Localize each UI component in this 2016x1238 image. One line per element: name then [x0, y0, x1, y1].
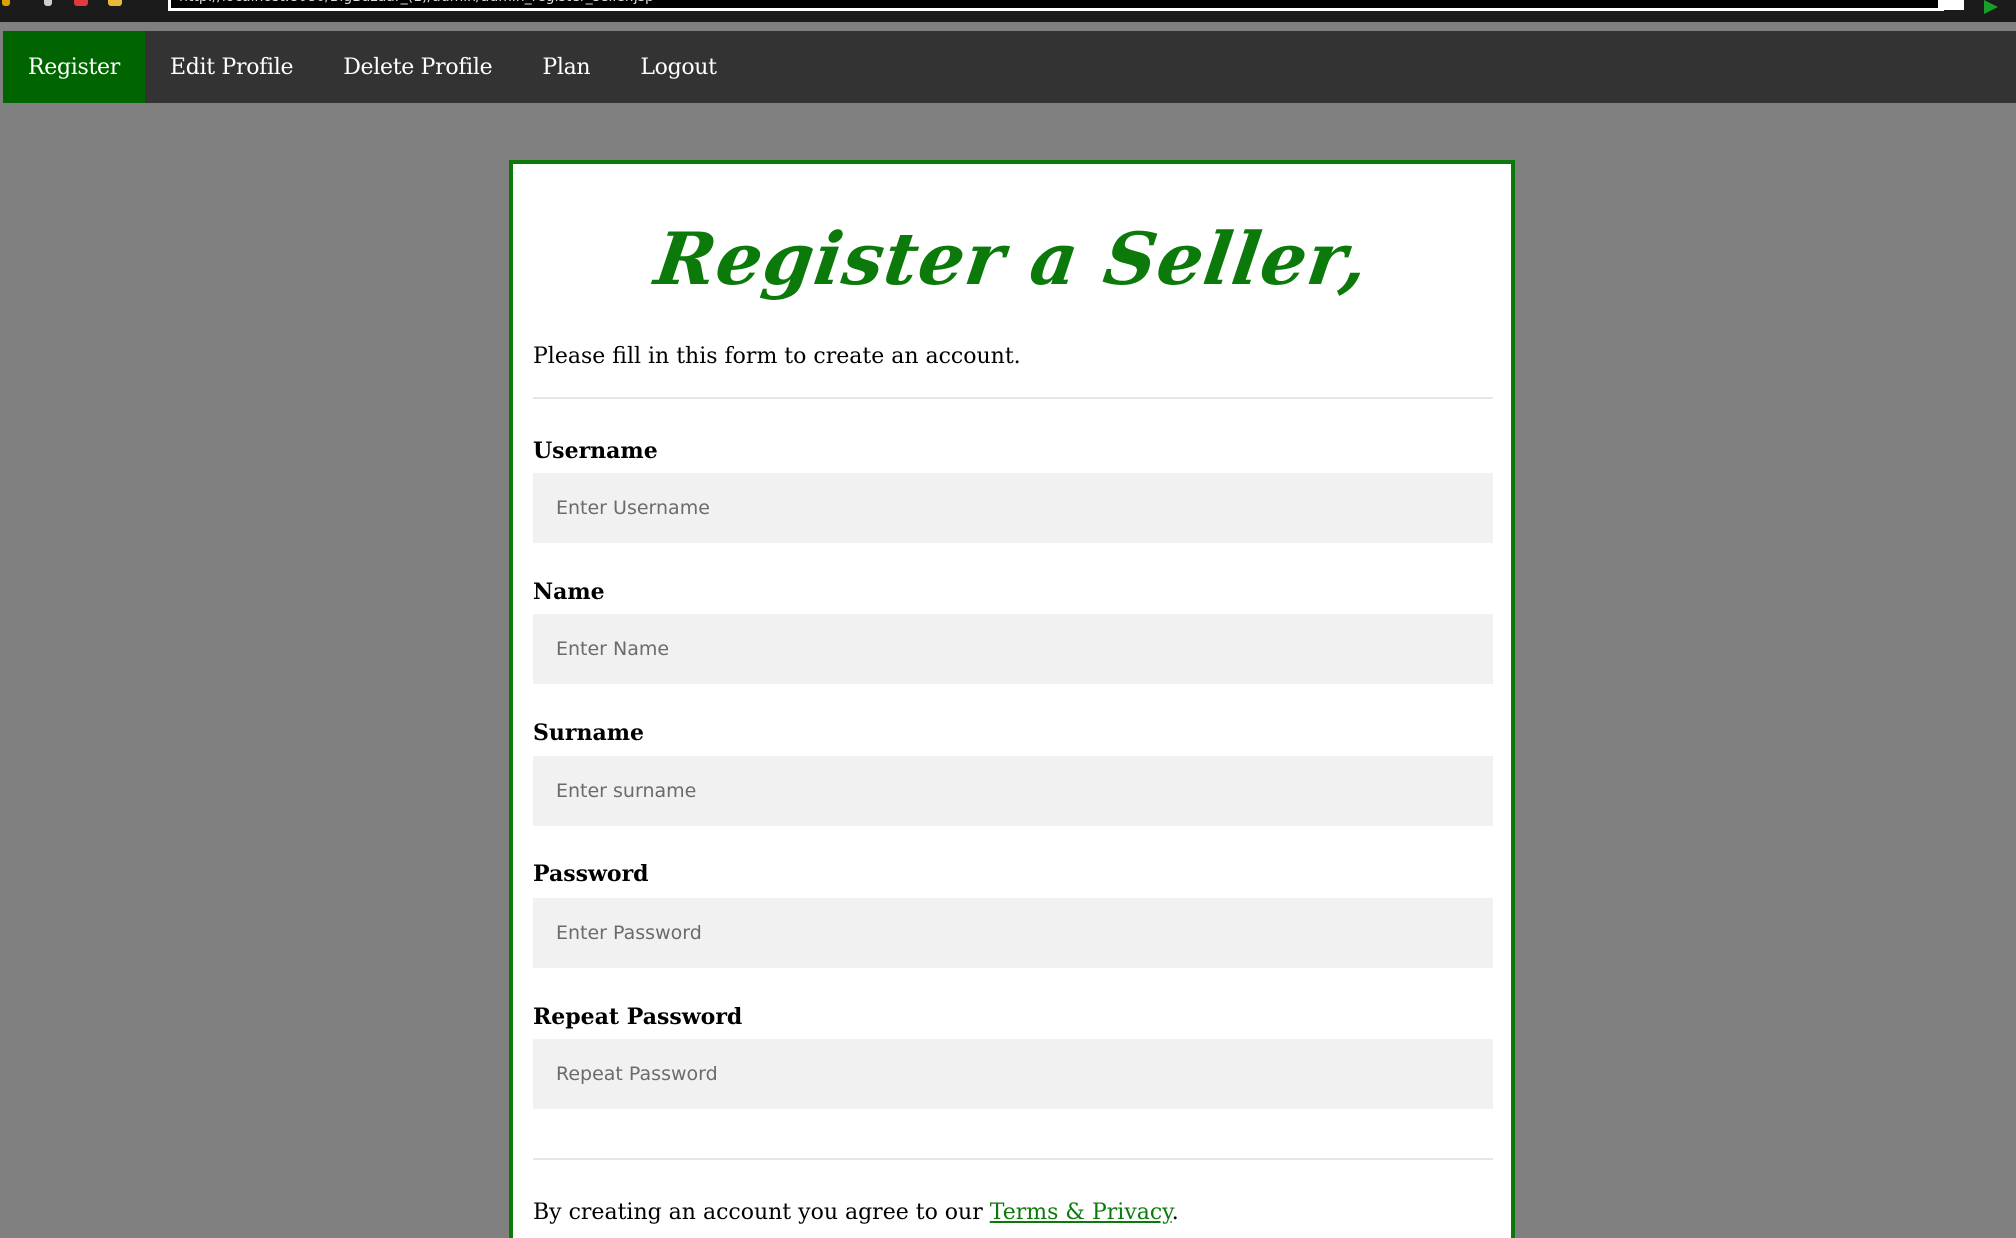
stop-icon[interactable] [74, 0, 88, 6]
nav-edit-profile[interactable]: Edit Profile [145, 31, 318, 103]
terms-prefix: By creating an account you agree to our [533, 1200, 990, 1225]
top-divider [533, 397, 1493, 399]
form-intro: Please fill in this form to create an ac… [533, 344, 1021, 369]
username-label: Username [533, 438, 658, 464]
browser-toolbar: http://localhost:8080/BigBazaar_(1)/admi… [0, 0, 2016, 22]
form-title: Register a Seller, [650, 216, 1374, 301]
register-form-card: Register a Seller, Please fill in this f… [509, 160, 1515, 1238]
forward-icon[interactable] [44, 0, 52, 6]
name-input[interactable] [533, 614, 1493, 684]
terms-suffix: . [1171, 1200, 1179, 1225]
terms-privacy-link[interactable]: Terms & Privacy [990, 1200, 1172, 1225]
bottom-divider [533, 1158, 1493, 1160]
surname-label: Surname [533, 720, 644, 746]
surname-input[interactable] [533, 756, 1493, 826]
top-navbar: Register Edit Profile Delete Profile Pla… [3, 31, 2016, 103]
username-input[interactable] [533, 473, 1493, 543]
repeat-password-input[interactable] [533, 1039, 1493, 1109]
address-bar[interactable]: http://localhost:8080/BigBazaar_(1)/admi… [168, 0, 1944, 11]
nav-delete-profile[interactable]: Delete Profile [318, 31, 517, 103]
password-label: Password [533, 861, 649, 887]
password-input[interactable] [533, 898, 1493, 968]
home-icon[interactable] [108, 0, 122, 6]
go-icon[interactable] [1984, 0, 1998, 14]
nav-plan[interactable]: Plan [517, 31, 615, 103]
address-dropdown[interactable] [1938, 0, 1964, 10]
nav-register[interactable]: Register [3, 31, 145, 103]
terms-text: By creating an account you agree to our … [533, 1200, 1179, 1225]
back-icon[interactable] [2, 0, 10, 6]
name-label: Name [533, 579, 605, 605]
nav-logout[interactable]: Logout [615, 31, 741, 103]
repeat-password-label: Repeat Password [533, 1004, 743, 1030]
